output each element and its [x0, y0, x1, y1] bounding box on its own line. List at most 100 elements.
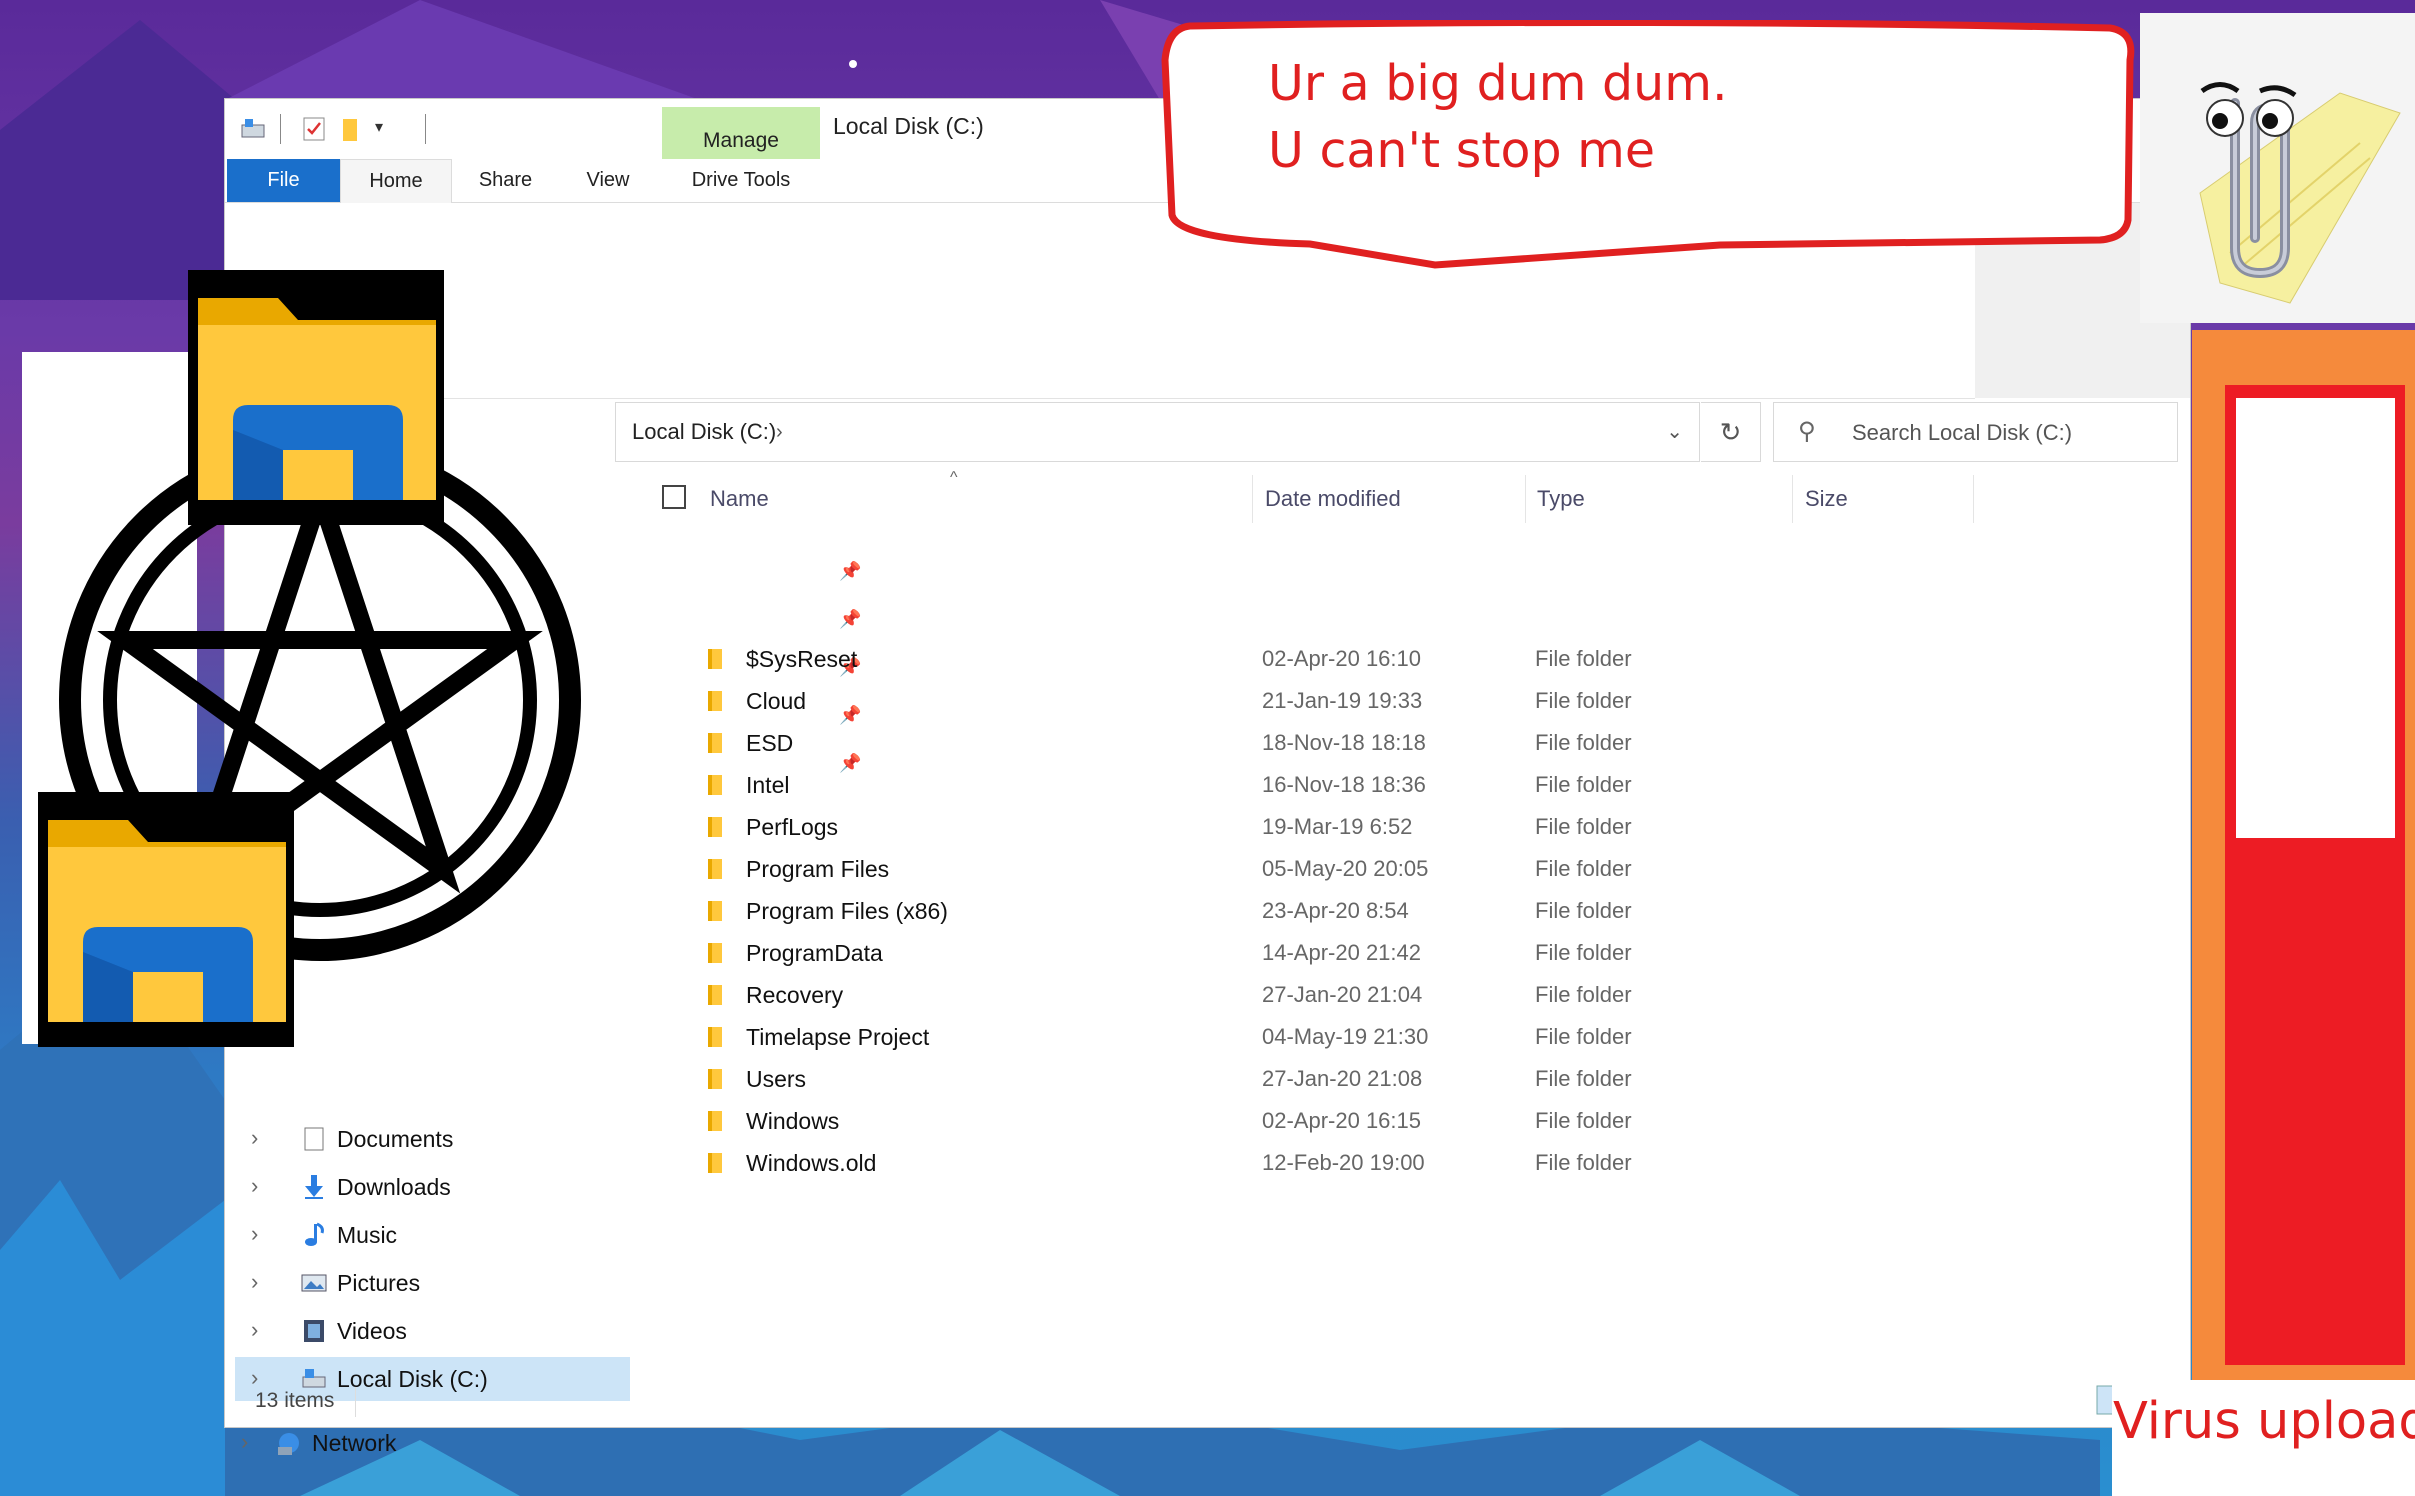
file-row[interactable]: Users 27-Jan-20 21:08 File folder: [705, 1060, 1805, 1100]
column-separator[interactable]: [1525, 475, 1526, 523]
file-row[interactable]: ProgramData 14-Apr-20 21:42 File folder: [705, 934, 1805, 974]
file-name[interactable]: Intel: [746, 772, 789, 799]
file-date: 16-Nov-18 18:36: [1262, 772, 1426, 797]
folder-icon: [708, 1069, 722, 1089]
file-row[interactable]: Recovery 27-Jan-20 21:04 File folder: [705, 976, 1805, 1016]
folder-icon: [708, 817, 722, 837]
file-date: 04-May-19 21:30: [1262, 1024, 1429, 1049]
breadcrumb-chevron-icon[interactable]: ›: [776, 421, 783, 444]
file-name[interactable]: Windows.old: [746, 1150, 876, 1177]
tab-drive-tools[interactable]: Drive Tools: [662, 159, 820, 202]
refresh-button[interactable]: ↻: [1701, 402, 1761, 462]
tab-manage[interactable]: Manage: [662, 107, 820, 159]
column-separator[interactable]: [1792, 475, 1793, 523]
address-path[interactable]: Local Disk (C:): [632, 419, 776, 445]
folder-icon: [708, 1111, 722, 1131]
file-row[interactable]: Program Files (x86) 23-Apr-20 8:54 File fo…: [705, 892, 1805, 932]
customize-toolbar-chevron-icon[interactable]: ▾: [375, 117, 383, 137]
column-type[interactable]: Type: [1537, 474, 1585, 524]
file-date: 18-Nov-18 18:18: [1262, 730, 1426, 755]
sidebar-item-documents[interactable]: › Documents: [235, 1117, 630, 1161]
file-date: 27-Jan-20 21:08: [1262, 1066, 1423, 1091]
sidebar-item-videos[interactable]: › Videos: [235, 1309, 630, 1353]
select-all-checkbox[interactable]: [662, 485, 686, 509]
file-date: 02-Apr-20 16:15: [1262, 1108, 1421, 1133]
file-name[interactable]: ProgramData: [746, 940, 883, 967]
status-separator: [355, 1387, 356, 1417]
tab-share[interactable]: Share: [458, 159, 553, 202]
tab-home[interactable]: Home: [340, 159, 452, 203]
expand-chevron-icon[interactable]: ›: [251, 1173, 258, 1199]
file-row[interactable]: Windows.old 12-Feb-20 19:00 File folder: [705, 1144, 1805, 1184]
sidebar-item-label: Documents: [337, 1126, 454, 1152]
toolbar-separator: [425, 114, 426, 144]
tab-file[interactable]: File: [227, 159, 340, 202]
folder-icon: [708, 901, 722, 921]
expand-chevron-icon[interactable]: ›: [251, 1269, 258, 1295]
file-type: File folder: [1535, 646, 1632, 671]
virus-upload-progress-remaining: [2236, 398, 2395, 838]
file-row[interactable]: Intel 16-Nov-18 18:36 File folder: [705, 766, 1805, 806]
file-row[interactable]: Timelapse Project 04-May-19 21:30 File fol…: [705, 1018, 1805, 1058]
column-date-modified[interactable]: Date modified: [1265, 474, 1401, 524]
sidebar-item-label: Local Disk (C:): [337, 1366, 488, 1392]
tab-view[interactable]: View: [563, 159, 653, 202]
drive-icon[interactable]: [239, 115, 267, 143]
file-name[interactable]: Program Files: [746, 856, 889, 883]
address-dropdown-icon[interactable]: ⌄: [1666, 419, 1683, 444]
file-row[interactable]: PerfLogs 19-Mar-19 6:52 File folder: [705, 808, 1805, 848]
file-date: 27-Jan-20 21:04: [1262, 982, 1423, 1007]
expand-chevron-icon[interactable]: ›: [251, 1317, 258, 1343]
file-name[interactable]: Users: [746, 1066, 806, 1093]
sort-ascending-icon: ^: [950, 469, 958, 486]
expand-chevron-icon[interactable]: ›: [251, 1365, 258, 1391]
pin-icon[interactable]: 📌: [839, 609, 861, 630]
search-box[interactable]: ⚲ Search Local Disk (C:): [1773, 402, 2178, 462]
folder-icon: [708, 649, 722, 669]
file-name[interactable]: Timelapse Project: [746, 1024, 929, 1051]
expand-chevron-icon[interactable]: ›: [251, 1221, 258, 1247]
expand-chevron-icon[interactable]: ›: [241, 1429, 248, 1455]
file-date: 23-Apr-20 8:54: [1262, 898, 1409, 923]
videos-icon: [304, 1320, 324, 1342]
column-size[interactable]: Size: [1805, 474, 1848, 524]
file-date: 19-Mar-19 6:52: [1262, 814, 1413, 839]
column-separator[interactable]: [1252, 475, 1253, 523]
column-separator[interactable]: [1973, 475, 1974, 523]
toolbar-separator: [280, 114, 281, 144]
sidebar-item-downloads[interactable]: › Downloads: [235, 1165, 630, 1209]
file-date: 12-Feb-20 19:00: [1262, 1150, 1425, 1175]
file-row[interactable]: ESD 18-Nov-18 18:18 File folder: [705, 724, 1805, 764]
folder-icon: [708, 1027, 722, 1047]
folder-icon: [708, 985, 722, 1005]
properties-icon[interactable]: [300, 115, 328, 143]
sidebar-item-label: Pictures: [337, 1270, 421, 1296]
file-type: File folder: [1535, 814, 1632, 839]
pin-icon[interactable]: 📌: [839, 561, 861, 582]
column-name[interactable]: Name: [710, 474, 769, 524]
virus-upload-label: Virus upload: [2113, 1392, 2415, 1451]
new-folder-icon[interactable]: [337, 115, 365, 143]
window-title: Local Disk (C:): [833, 113, 984, 139]
sidebar-item-network[interactable]: › Network: [225, 1421, 620, 1465]
file-type: File folder: [1535, 898, 1632, 923]
file-name[interactable]: ESD: [746, 730, 793, 757]
sidebar-item-music[interactable]: › Music: [235, 1213, 630, 1257]
file-name[interactable]: PerfLogs: [746, 814, 838, 841]
sidebar-item-pictures[interactable]: › Pictures: [235, 1261, 630, 1305]
file-name[interactable]: $SysReset: [746, 646, 857, 673]
file-name[interactable]: Cloud: [746, 688, 806, 715]
file-name[interactable]: Recovery: [746, 982, 843, 1009]
search-placeholder[interactable]: Search Local Disk (C:): [1852, 420, 2072, 446]
file-row[interactable]: Windows 02-Apr-20 16:15 File folder: [705, 1102, 1805, 1142]
file-name[interactable]: Windows: [746, 1108, 839, 1135]
file-name[interactable]: Program Files (x86): [746, 898, 948, 925]
address-bar[interactable]: Local Disk (C:) › ⌄: [615, 402, 1700, 462]
file-row[interactable]: Cloud 21-Jan-19 19:33 File folder: [705, 682, 1805, 722]
file-row[interactable]: $SysReset 02-Apr-20 16:10 File folder: [705, 640, 1805, 680]
file-row[interactable]: Program Files 05-May-20 20:05 File folder: [705, 850, 1805, 890]
documents-icon: [304, 1127, 324, 1151]
expand-chevron-icon[interactable]: ›: [251, 1125, 258, 1151]
file-date: 05-May-20 20:05: [1262, 856, 1429, 881]
file-type: File folder: [1535, 730, 1632, 755]
